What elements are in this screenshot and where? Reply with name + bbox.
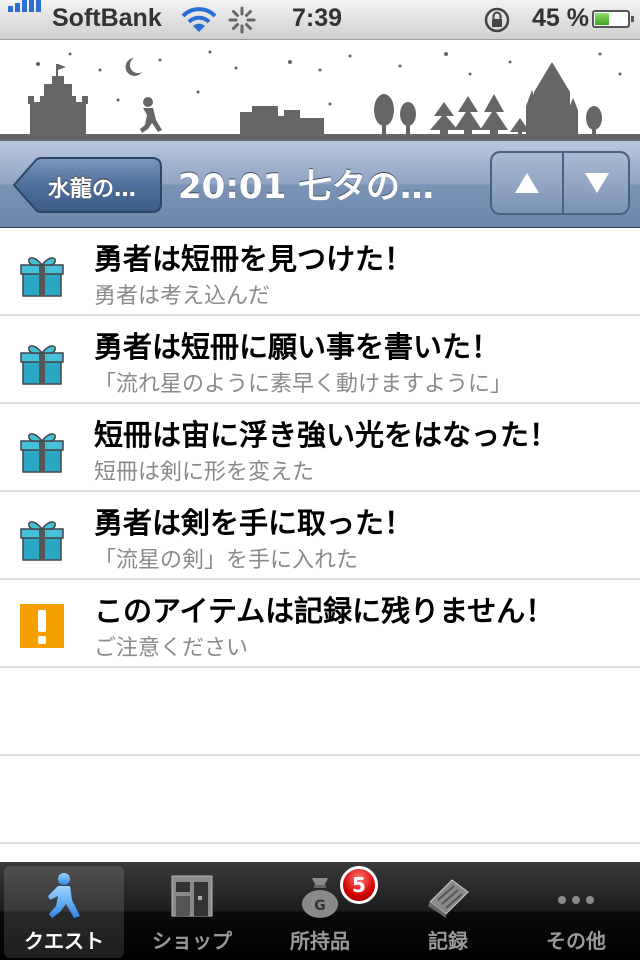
item-subtitle: 「流星の剣」を手に入れた <box>94 548 359 573</box>
status-time: 7:39 <box>292 4 343 32</box>
carrier-name: SoftBank <box>52 4 162 32</box>
tab-label: ショップ <box>152 929 232 953</box>
tab-label: 記録 <box>428 929 468 953</box>
tab-label: クエスト <box>24 929 104 953</box>
item-title: 勇者は短冊に願い事を書いた！ <box>94 330 501 364</box>
tab-bar: クエスト ショップ G 所持品 記録 その他 <box>0 862 640 960</box>
back-button-label: 水龍の… <box>48 177 137 202</box>
items-badge: 5 <box>340 866 378 904</box>
list-item[interactable]: 勇者は剣を手に取った！ 「流星の剣」を手に入れた <box>0 492 640 580</box>
more-icon <box>558 896 594 904</box>
list-item[interactable]: このアイテムは記録に残りません！ ご注意ください <box>0 580 640 668</box>
item-subtitle: 「流れ星のように素早く動けますように」 <box>94 372 513 397</box>
shop-icon <box>171 875 213 917</box>
rotation-lock-icon <box>484 7 510 33</box>
back-button[interactable]: 水龍の… <box>12 157 162 213</box>
item-subtitle: ご注意ください <box>94 636 249 661</box>
header-banner <box>0 40 640 140</box>
next-button[interactable] <box>562 153 628 213</box>
tab-label: その他 <box>546 929 606 953</box>
down-arrow-icon <box>585 173 609 193</box>
list-item[interactable]: 短冊は宙に浮き強い光をはなった！ 短冊は剣に形を変えた <box>0 404 640 492</box>
gift-icon <box>20 257 64 297</box>
previous-button[interactable] <box>492 153 564 213</box>
activity-spinner-icon <box>228 6 256 34</box>
list-item[interactable]: 勇者は短冊に願い事を書いた！ 「流れ星のように素早く動けますように」 <box>0 316 640 404</box>
item-title: 勇者は剣を手に取った！ <box>94 506 414 540</box>
empty-row <box>0 756 640 844</box>
wifi-icon <box>181 7 217 32</box>
gift-icon <box>20 345 64 385</box>
tab-records[interactable]: 記録 <box>388 866 508 958</box>
tab-quest[interactable]: クエスト <box>4 866 124 958</box>
page-title: 20:01 七タの… <box>178 167 435 207</box>
svg-text:G: G <box>314 898 326 914</box>
tab-more[interactable]: その他 <box>516 866 636 958</box>
warning-icon <box>20 604 64 648</box>
up-arrow-icon <box>515 173 539 193</box>
tab-label: 所持品 <box>290 929 350 953</box>
list-item[interactable]: 勇者は短冊を見つけた！ 勇者は考え込んだ <box>0 228 640 316</box>
tab-shop[interactable]: ショップ <box>132 866 252 958</box>
gift-icon <box>20 433 64 473</box>
hero-icon <box>48 873 80 918</box>
gift-icon <box>20 521 64 561</box>
battery-icon <box>592 10 634 28</box>
item-subtitle: 短冊は剣に形を変えた <box>94 460 315 485</box>
battery-percent: 45 % <box>532 4 589 32</box>
item-title: 短冊は宙に浮き強い光をはなった！ <box>94 418 559 452</box>
item-title: このアイテムは記録に残りません！ <box>94 594 555 628</box>
book-icon <box>428 879 469 918</box>
navigation-bar: 水龍の… 20:01 七タの… <box>0 140 640 228</box>
castle-town-silhouette <box>0 50 640 140</box>
status-bar: SoftBank 7:39 45 % <box>0 0 640 40</box>
empty-row <box>0 668 640 756</box>
prev-next-segmented-control <box>490 151 630 215</box>
bag-icon: G <box>302 878 338 918</box>
item-subtitle: 勇者は考え込んだ <box>94 284 271 309</box>
item-title: 勇者は短冊を見つけた！ <box>94 242 414 276</box>
